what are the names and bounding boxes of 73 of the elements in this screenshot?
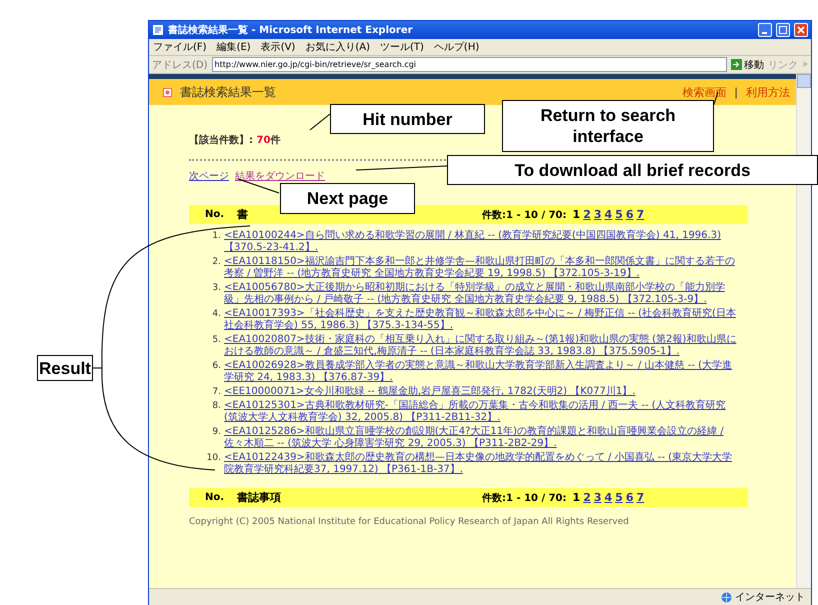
globe-icon <box>721 592 732 602</box>
minimize-button[interactable] <box>758 23 772 37</box>
callout-label: Return to search interface <box>502 100 714 152</box>
page-number-link[interactable]: 6 <box>626 491 634 504</box>
record-number: 6. <box>211 360 222 373</box>
address-field[interactable]: http://www.nier.go.jp/cgi-bin/retrieve/sr_search.cgi <box>212 57 727 72</box>
page-number-link[interactable]: 2 <box>583 208 591 221</box>
result-range: 件数:1 - 10 / 70: <box>482 208 567 222</box>
record-link[interactable]: <EA10125301>古典和歌教材研究-「国語総合」所載の万葉集・古今和歌集の活用 / 西一夫 -- (人文科教育研究(筑波大学人文科教育学会) 32, 2005.8) 【P311-2B11-32】. <box>224 400 738 424</box>
record-link[interactable]: <EA10017393>「社会科歴史」を支えた歴史教育観～和歌森太郎を中心に～ / 梅野正信 -- (社会科教育研究(日本社会科教育学会) 55, 1986.3) 【375.3-134-55】. <box>224 308 738 332</box>
bullet-icon <box>163 88 172 96</box>
record-link[interactable]: <EA10026928>教員養成学部入学者の実態と意識～和歌山大学教育学部新入生調査より～ / 山本健慈 -- (大学進学研究 24, 1983.3) 【376.87-39】. <box>224 360 738 384</box>
record-link[interactable]: <EA10125286>和歌山県立盲唖学校の創設期(大正4?大正11年)の教育的課題と和歌山盲唖興業会設立の経緯 / 佐々木順二 -- (筑波大学 心身障害学研究 29, 2005.3) 【P311-2B2-29】. <box>224 426 738 450</box>
nav-link[interactable]: 次ページ <box>189 169 229 183</box>
page-number-link[interactable]: 3 <box>594 208 602 221</box>
record-link[interactable]: <EA10118150>福沢諭吉門下本多和一郎と井修学舎—和歌山県打田町の「本多和一郎関係文書」に関する若干の考察 / 曽野洋 -- (地方教育史研究 全国地方教育史学会紀要 19, 1998.5) 【372.105-3-19】. <box>224 256 738 280</box>
page-title: 書誌検索結果一覧 <box>180 84 277 100</box>
record-link[interactable]: <EA10056780>大正後期から昭和初期における「特別学級」の成立と展開・和歌山県南部小学校の「能力別学級」先相の事例から / 戸崎敬子 -- (地方教育史研究 全国地方教育史学会紀要 9, 1988.5) 【372.105-3-9】. <box>224 282 738 306</box>
page-number-link[interactable]: 4 <box>604 491 612 504</box>
record-link[interactable]: <EA10122439>和歌森太郎の歴史教育の構想—日本史像の地政学的配置をめぐって / 小国喜弘 -- (東京大学大学院教育学研究科紀要37, 1997.12) 【P361-1B-37】. <box>224 452 738 476</box>
copyright-text: Copyright (C) 2005 National Institute for Educational Policy Research of Japan All Rights Reserved <box>189 517 630 527</box>
menu-item[interactable]: ファイル(F) <box>153 40 207 54</box>
record-number: 5. <box>211 334 222 347</box>
column-heading: 書誌事項 <box>237 490 282 505</box>
go-button[interactable]: 移動 <box>730 58 764 72</box>
status-zone: インターネット <box>735 591 805 604</box>
record-number: 10. <box>206 452 222 465</box>
callout-label: Hit number <box>330 104 485 134</box>
record-number: 3. <box>211 282 222 295</box>
maximize-button[interactable] <box>776 23 790 37</box>
leader-line <box>310 114 330 130</box>
page-number-link[interactable]: 5 <box>615 491 623 504</box>
page-number-link[interactable]: 6 <box>626 208 634 221</box>
record-number: 8. <box>211 400 222 413</box>
record-number: 1. <box>211 230 222 243</box>
menu-item[interactable]: 表示(V) <box>260 40 296 54</box>
menu-item[interactable]: お気に入り(A) <box>305 40 370 54</box>
callout-label: To download all brief records <box>447 155 818 185</box>
hit-count: 【該当件数】: 70件 <box>189 133 280 147</box>
window-title: 書誌検索結果一覧 - Microsoft Internet Explorer <box>168 24 414 37</box>
column-heading: No. <box>205 209 226 220</box>
record-link[interactable]: <EA10100244>自ら問い求める和歌学習の展開 / 林直紀 -- (教育学研究紀要(中国四国教育学会) 41, 1996.3) 【370.5-23-41.2】. <box>224 230 738 254</box>
page-number-link[interactable]: 4 <box>604 208 612 221</box>
menu-item[interactable]: 編集(E) <box>216 40 251 54</box>
menu-item[interactable]: ヘルプ(H) <box>434 40 480 54</box>
page-number-link[interactable]: 1 <box>572 491 580 504</box>
record-number: 9. <box>211 426 222 439</box>
result-range: 件数:1 - 10 / 70: <box>482 492 567 504</box>
page-icon <box>152 24 164 36</box>
column-heading: 書 <box>237 207 249 222</box>
page-number-link[interactable]: 5 <box>615 208 623 221</box>
page-number-link[interactable]: 1 <box>572 208 580 221</box>
record-link[interactable]: <EE10000071>女今川和歌緑 -- 鶴屋金助,岩戸屋喜三郎発行, 1782(天明2) 【K077川1】. <box>224 386 636 398</box>
nav-link[interactable]: 結果をダウンロード <box>235 169 325 183</box>
scrollbar[interactable] <box>796 74 811 588</box>
record-number: 7. <box>211 386 222 398</box>
arrow-icon <box>730 59 742 70</box>
link-separator: | <box>734 86 738 98</box>
record-number: 2. <box>211 256 222 269</box>
menu-item[interactable]: ツール(T) <box>380 40 424 54</box>
page-number-link[interactable]: 2 <box>583 491 591 504</box>
close-icon <box>797 26 805 34</box>
close-button[interactable] <box>794 23 808 37</box>
callout-label: Next page <box>280 183 415 214</box>
page-number-link[interactable]: 7 <box>636 491 644 504</box>
address-label: アドレス(D) <box>152 58 208 72</box>
page-number-link[interactable]: 7 <box>636 208 644 221</box>
column-heading: No. <box>205 492 226 503</box>
record-number: 4. <box>211 308 222 321</box>
maximize-icon <box>779 26 787 34</box>
callout-label: Result <box>37 355 93 381</box>
page-number-link[interactable]: 3 <box>594 491 602 504</box>
record-link[interactable]: <EA10020807>技術・家庭科の「相互乗り入れ」に関する取り組み～(第1報)和歌山県の実態 (第2報)和歌山県における教師の意識～ / 倉盛三知代,梅原清子 -- (日本家庭科教育学会誌 33, 1983.8) 【375.5905-1】. <box>224 334 738 358</box>
